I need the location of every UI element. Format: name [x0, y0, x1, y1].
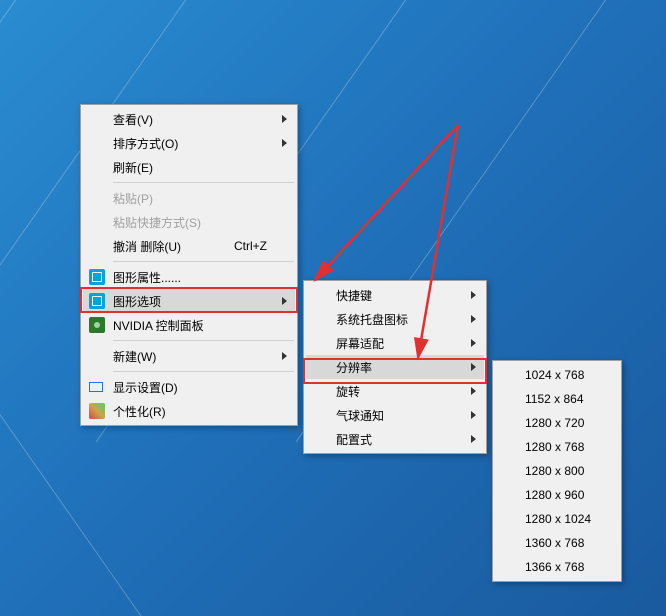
chevron-right-icon	[471, 411, 476, 419]
menu-item-resolution-option[interactable]: 1280 x 768	[495, 435, 619, 459]
menu-item-label: 新建(W)	[113, 348, 156, 365]
menu-item-paste: 粘贴(P)	[83, 186, 295, 210]
menu-item-undo[interactable]: 撤消 删除(U) Ctrl+Z	[83, 234, 295, 258]
chevron-right-icon	[471, 435, 476, 443]
chevron-right-icon	[282, 115, 287, 123]
menu-item-label: 1280 x 800	[525, 464, 584, 478]
menu-item-label: 1152 x 864	[525, 392, 584, 406]
menu-item-label: 1280 x 1024	[525, 512, 591, 526]
menu-item-profile[interactable]: 配置式	[306, 427, 484, 451]
menu-item-resolution-option[interactable]: 1366 x 768	[495, 555, 619, 579]
menu-item-resolution-option[interactable]: 1152 x 864	[495, 387, 619, 411]
resolution-submenu: 1024 x 768 1152 x 864 1280 x 720 1280 x …	[492, 360, 622, 582]
menu-item-tray[interactable]: 系统托盘图标	[306, 307, 484, 331]
menu-item-label: 1280 x 960	[525, 488, 584, 502]
menu-item-paste-shortcut: 粘贴快捷方式(S)	[83, 210, 295, 234]
menu-item-label: 旋转	[336, 383, 360, 400]
menu-separator	[113, 261, 294, 262]
menu-item-label: 1366 x 768	[525, 560, 584, 574]
menu-item-label: 粘贴(P)	[113, 190, 153, 207]
menu-item-refresh[interactable]: 刷新(E)	[83, 155, 295, 179]
menu-item-rotate[interactable]: 旋转	[306, 379, 484, 403]
menu-item-label: NVIDIA 控制面板	[113, 317, 204, 334]
chevron-right-icon	[471, 339, 476, 347]
menu-item-label: 1280 x 720	[525, 416, 584, 430]
menu-item-label: 分辨率	[336, 359, 372, 376]
menu-item-label: 屏幕适配	[336, 335, 384, 352]
menu-item-label: 气球通知	[336, 407, 384, 424]
menu-item-label: 1360 x 768	[525, 536, 584, 550]
menu-item-graphics-options[interactable]: 图形选项	[83, 289, 295, 313]
personalize-icon	[89, 403, 105, 419]
menu-item-label: 快捷键	[336, 287, 372, 304]
menu-item-resolution-option[interactable]: 1360 x 768	[495, 531, 619, 555]
menu-item-resolution[interactable]: 分辨率	[306, 355, 484, 379]
chevron-right-icon	[471, 291, 476, 299]
menu-item-label: 刷新(E)	[113, 159, 153, 176]
menu-separator	[113, 182, 294, 183]
menu-item-resolution-option[interactable]: 1280 x 720	[495, 411, 619, 435]
menu-separator	[113, 340, 294, 341]
menu-item-sort[interactable]: 排序方式(O)	[83, 131, 295, 155]
monitor-icon	[89, 382, 103, 392]
menu-item-balloon[interactable]: 气球通知	[306, 403, 484, 427]
menu-shortcut: Ctrl+Z	[234, 239, 267, 253]
menu-item-label: 显示设置(D)	[113, 379, 178, 396]
menu-item-graphics-properties[interactable]: 图形属性......	[83, 265, 295, 289]
chevron-right-icon	[471, 363, 476, 371]
menu-item-resolution-option[interactable]: 1280 x 800	[495, 459, 619, 483]
chevron-right-icon	[471, 315, 476, 323]
menu-item-label: 图形属性......	[113, 269, 181, 286]
chevron-right-icon	[471, 387, 476, 395]
menu-item-resolution-option[interactable]: 1280 x 960	[495, 483, 619, 507]
menu-item-label: 排序方式(O)	[113, 135, 178, 152]
menu-item-label: 查看(V)	[113, 111, 153, 128]
menu-item-resolution-option[interactable]: 1024 x 768	[495, 363, 619, 387]
intel-icon	[89, 293, 105, 309]
menu-item-label: 个性化(R)	[113, 403, 166, 420]
nvidia-icon	[89, 317, 105, 333]
menu-item-nvidia[interactable]: NVIDIA 控制面板	[83, 313, 295, 337]
menu-item-view[interactable]: 查看(V)	[83, 107, 295, 131]
graphics-options-submenu: 快捷键 系统托盘图标 屏幕适配 分辨率 旋转 气球通知 配置式	[303, 280, 487, 454]
menu-item-label: 配置式	[336, 431, 372, 448]
menu-item-resolution-option[interactable]: 1280 x 1024	[495, 507, 619, 531]
menu-item-label: 撤消 删除(U)	[113, 238, 181, 255]
menu-item-screen-fit[interactable]: 屏幕适配	[306, 331, 484, 355]
chevron-right-icon	[282, 352, 287, 360]
menu-item-label: 1280 x 768	[525, 440, 584, 454]
menu-item-label: 粘贴快捷方式(S)	[113, 214, 201, 231]
menu-item-label: 1024 x 768	[525, 368, 584, 382]
desktop-context-menu: 查看(V) 排序方式(O) 刷新(E) 粘贴(P) 粘贴快捷方式(S) 撤消 删…	[80, 104, 298, 426]
menu-item-hotkey[interactable]: 快捷键	[306, 283, 484, 307]
menu-item-label: 图形选项	[113, 293, 161, 310]
menu-item-display-settings[interactable]: 显示设置(D)	[83, 375, 295, 399]
menu-item-personalize[interactable]: 个性化(R)	[83, 399, 295, 423]
intel-icon	[89, 269, 105, 285]
chevron-right-icon	[282, 139, 287, 147]
chevron-right-icon	[282, 297, 287, 305]
menu-separator	[113, 371, 294, 372]
menu-item-label: 系统托盘图标	[336, 311, 408, 328]
menu-item-new[interactable]: 新建(W)	[83, 344, 295, 368]
